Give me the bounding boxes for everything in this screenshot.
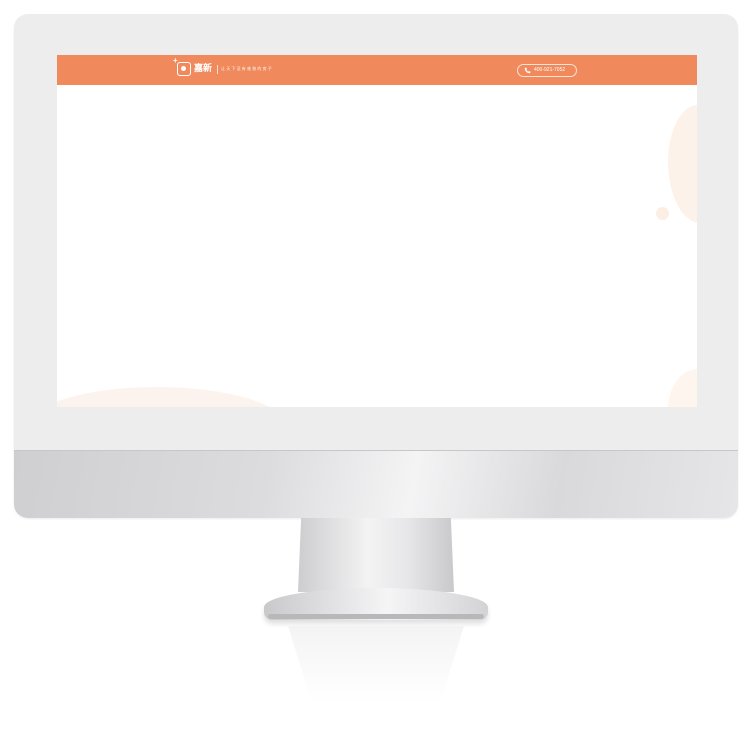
phone-number: 400-921-7052 <box>534 67 566 73</box>
logo-name[interactable]: 嘉新 <box>194 63 212 75</box>
monitor-bezel: + 嘉新 让天下没有难装的房子 400-921-7052 <box>14 14 738 518</box>
product-mockup: + 嘉新 让天下没有难装的房子 400-921-7052 <box>0 0 752 732</box>
logo-icon[interactable] <box>177 62 191 76</box>
monitor-stand-neck <box>298 518 454 592</box>
monitor-base-edge <box>268 614 484 619</box>
stand-reflection <box>288 626 464 716</box>
phone-contact-button[interactable]: 400-921-7052 <box>517 64 577 77</box>
monitor-chin <box>14 450 738 518</box>
chin-divider <box>14 450 738 451</box>
monitor-screen: + 嘉新 让天下没有难装的房子 400-921-7052 <box>57 55 697 407</box>
decorative-blob-right <box>668 105 697 223</box>
site-slogan: 让天下没有难装的房子 <box>221 66 273 71</box>
decorative-dot <box>656 207 669 220</box>
phone-icon <box>524 67 531 74</box>
decorative-blob-bottom-right <box>668 369 697 407</box>
logo-divider <box>217 65 218 74</box>
decorative-blob-bottom-left <box>57 387 287 407</box>
site-header: + 嘉新 让天下没有难装的房子 400-921-7052 <box>57 55 697 85</box>
